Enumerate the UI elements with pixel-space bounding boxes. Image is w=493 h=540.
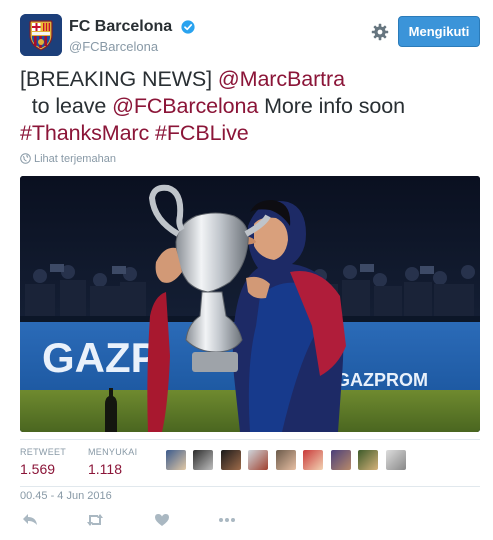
retweet-icon[interactable]	[86, 513, 104, 527]
retweet-stat-label: RETWEET	[20, 447, 67, 457]
liker-avatar[interactable]	[385, 450, 406, 470]
liker-avatar[interactable]	[193, 450, 214, 470]
liker-avatar[interactable]	[166, 450, 186, 470]
hashtag-link-thanksmarc[interactable]: #ThanksMarc	[20, 121, 149, 145]
tweet-text-prefix: [BREAKING NEWS]	[20, 67, 218, 91]
heart-icon[interactable]	[154, 513, 170, 527]
translate-link[interactable]: Lihat terjemahan	[20, 153, 116, 165]
banner-text-right: GAZPROM	[336, 370, 428, 390]
tweet-header: FC Barcelona @FCBarcelona Mengikuti	[20, 14, 480, 58]
tweet-stats: RETWEET 1.569 MENYUKAI 1.118	[20, 439, 480, 487]
likes-stat-label: MENYUKAI	[88, 447, 138, 457]
retweet-stat[interactable]: RETWEET 1.569	[20, 447, 66, 477]
following-button[interactable]: Mengikuti	[398, 16, 480, 47]
liker-avatar[interactable]	[330, 450, 351, 470]
mention-link-marcbartra[interactable]: @MarcBartra	[218, 67, 345, 91]
likes-stat[interactable]: MENYUKAI 1.118	[88, 447, 137, 477]
liker-avatar[interactable]	[358, 450, 379, 470]
tweet-text-segment: More info soon	[258, 94, 405, 118]
tweet-text: [BREAKING NEWS] @MarcBartra to leave @FC…	[20, 66, 480, 147]
liker-avatar[interactable]	[275, 450, 296, 470]
translate-label: Lihat terjemahan	[34, 153, 116, 165]
tweet-photo[interactable]: GAZP GAZPROM	[20, 176, 480, 432]
likes-stat-count: 1.118	[88, 461, 122, 477]
tweet-timestamp[interactable]: 00.45 - 4 Jun 2016	[20, 490, 112, 502]
fcb-crest-icon	[20, 14, 62, 56]
account-names: FC Barcelona @FCBarcelona	[69, 18, 195, 54]
hashtag-link-fcblive[interactable]: #FCBLive	[155, 121, 249, 145]
liker-avatar[interactable]	[220, 450, 241, 470]
liker-avatar[interactable]	[303, 450, 324, 470]
verified-badge-icon	[180, 20, 195, 34]
mention-link-fcbarcelona[interactable]: @FCBarcelona	[112, 94, 258, 118]
liker-avatars	[166, 450, 409, 472]
tweet-text-segment: to leave	[20, 94, 113, 118]
gear-icon[interactable]	[371, 23, 389, 41]
avatar[interactable]	[20, 14, 62, 56]
photo-trophy-kiss: GAZP GAZPROM	[20, 176, 480, 432]
liker-avatar[interactable]	[248, 450, 269, 470]
banner-text-left: GAZP	[42, 334, 159, 381]
globe-icon	[20, 153, 31, 164]
reply-icon[interactable]	[22, 513, 38, 527]
user-handle[interactable]: @FCBarcelona	[69, 39, 195, 54]
more-icon[interactable]	[218, 513, 236, 527]
tweet-actions	[20, 513, 480, 533]
display-name[interactable]: FC Barcelona	[69, 18, 172, 36]
retweet-stat-count: 1.569	[20, 461, 56, 477]
